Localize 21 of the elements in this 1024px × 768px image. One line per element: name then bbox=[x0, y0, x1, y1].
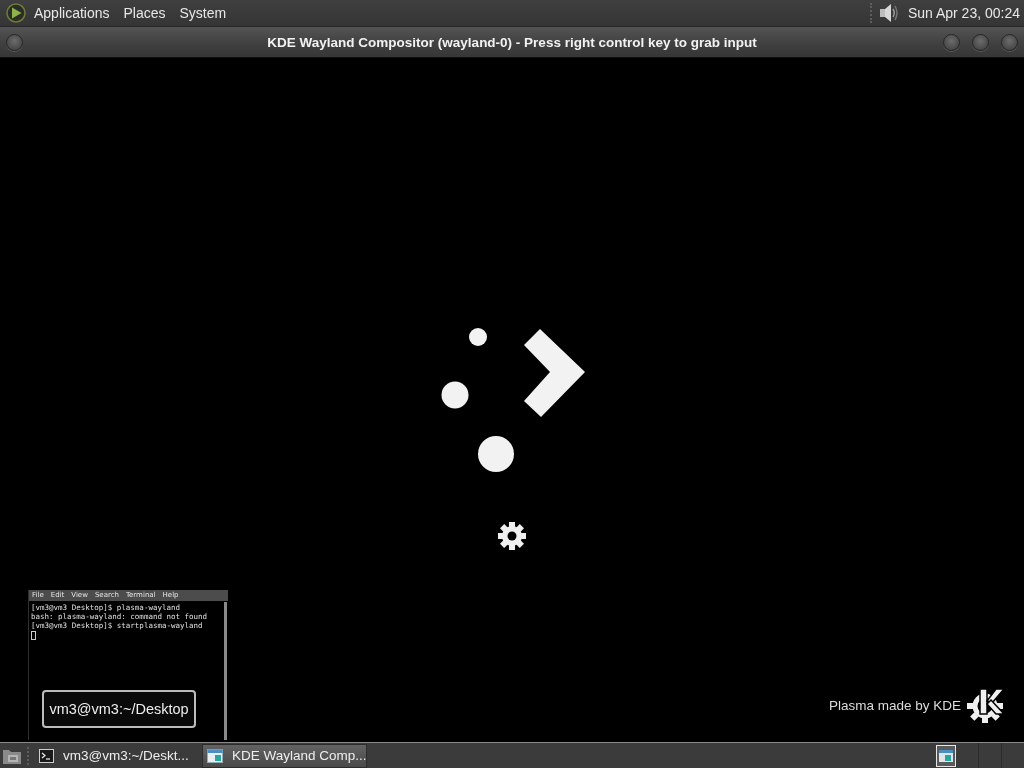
window-menu-button[interactable] bbox=[6, 33, 23, 51]
clock[interactable]: Sun Apr 23, 00:24 bbox=[907, 5, 1020, 21]
play-icon[interactable] bbox=[6, 3, 26, 23]
gear-icon bbox=[497, 521, 527, 551]
window-icon[interactable] bbox=[936, 744, 956, 767]
terminal-icon bbox=[39, 748, 54, 763]
window-button[interactable] bbox=[1001, 33, 1018, 51]
window-button[interactable] bbox=[972, 33, 989, 51]
speaker-icon[interactable] bbox=[878, 2, 899, 24]
task-button[interactable]: vm3@vm3:~/Deskt... bbox=[34, 743, 199, 768]
window-caption: vm3@vm3:~/Desktop bbox=[42, 690, 196, 728]
gear-logo-icon bbox=[967, 688, 1005, 723]
panel-menu[interactable]: System bbox=[175, 2, 231, 24]
window-button[interactable] bbox=[943, 33, 960, 51]
panel-menu[interactable]: Applications bbox=[30, 2, 114, 24]
cursor-icon bbox=[31, 631, 36, 640]
panel-menu[interactable]: Places bbox=[119, 2, 170, 24]
window-title: KDE Wayland Compositor (wayland-0) - Press right control key to grab input bbox=[267, 34, 757, 50]
task-button[interactable]: KDE Wayland Comp... bbox=[202, 743, 367, 768]
credit-text: Plasma made by KDE bbox=[828, 698, 961, 713]
window-icon bbox=[207, 748, 223, 763]
